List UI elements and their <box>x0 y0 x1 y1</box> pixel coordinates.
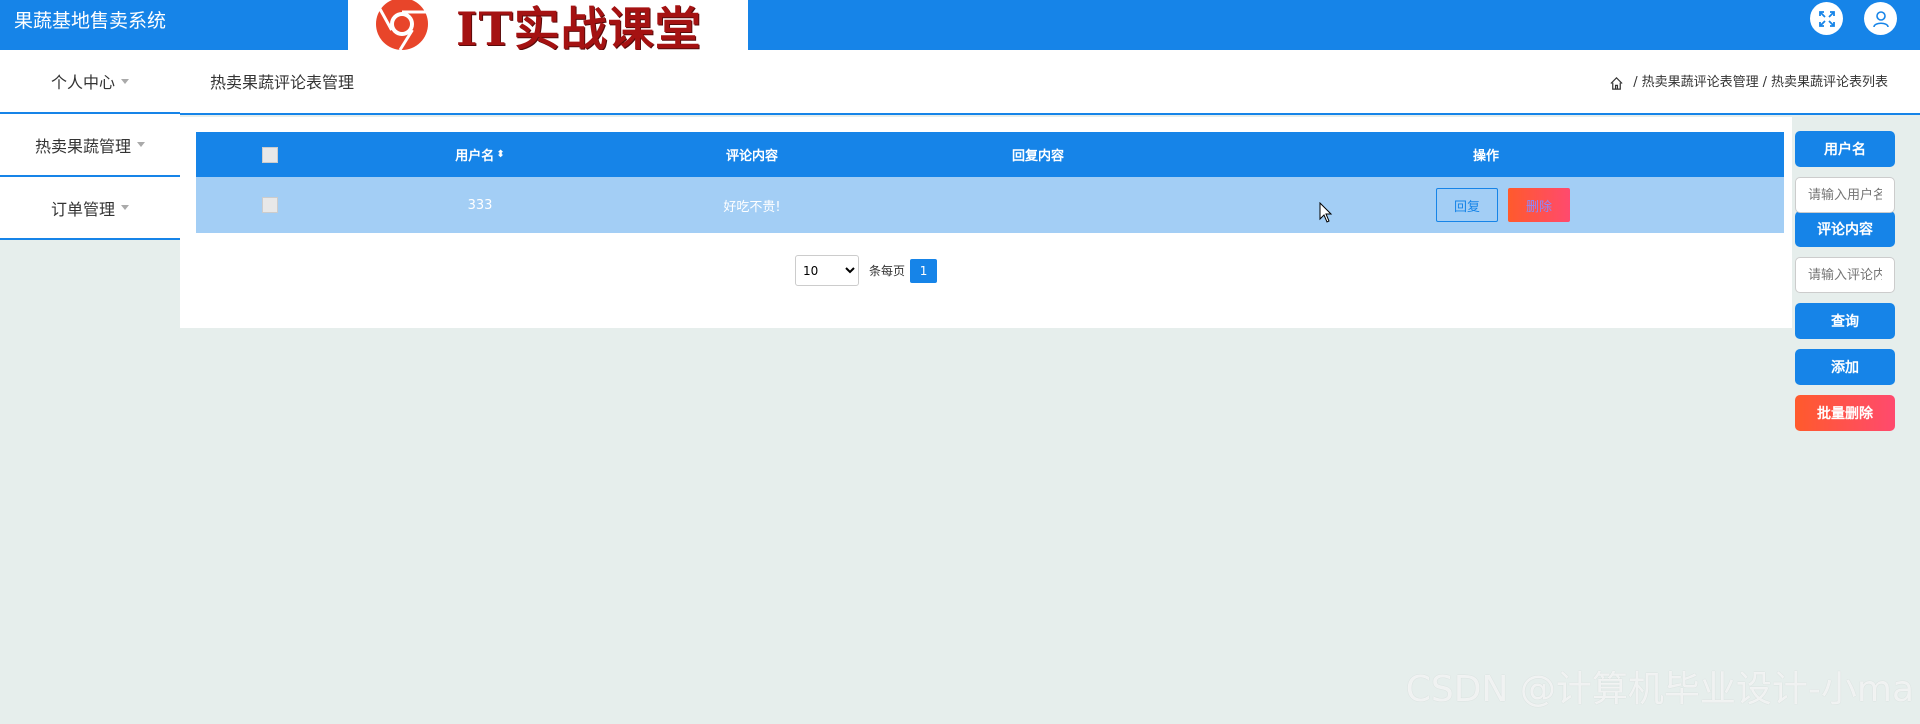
user-icon[interactable] <box>1864 2 1897 35</box>
cell-comment: 好吃不贵! <box>723 199 781 215</box>
cell-reply <box>888 177 1188 233</box>
cell-actions: 回复 删除 <box>1188 177 1784 233</box>
username-search-input[interactable] <box>1795 177 1895 213</box>
page-size-select[interactable]: 10 <box>795 255 859 286</box>
top-bar: 果蔬基地售卖系统 IT实战课堂 <box>0 0 1920 56</box>
fullscreen-icon[interactable] <box>1810 2 1843 35</box>
page-number-button[interactable]: 1 <box>910 258 938 283</box>
mouse-cursor-icon <box>1319 202 1333 223</box>
column-header-comment: 评论内容 <box>725 149 778 164</box>
column-header-label: 用户名 <box>455 149 495 164</box>
table-row: 333 好吃不贵! 回复 删除 <box>196 177 1784 233</box>
comments-table: 用户名 ⬍ 评论内容 回复内容 操作 333 好吃不贵! 回复 删除 <box>196 132 1784 233</box>
search-panel: 用户名 评论内容 查询 添加 批量删除 <box>1795 131 1895 431</box>
comment-label-button[interactable]: 评论内容 <box>1795 211 1895 247</box>
pagination: 10 条每页 1 <box>795 255 938 286</box>
breadcrumb-separator: / <box>1762 75 1767 90</box>
breadcrumb-item[interactable]: 热卖果蔬评论表管理 <box>1642 50 1759 116</box>
logo-chrome-icon <box>376 0 428 51</box>
header-select-all <box>196 132 344 177</box>
sidebar-item-orders[interactable]: 订单管理 <box>0 177 180 240</box>
batch-delete-button[interactable]: 批量删除 <box>1795 395 1895 431</box>
sidebar-item-personal-center[interactable]: 个人中心 <box>0 50 180 114</box>
page-title: 热卖果蔬评论表管理 <box>210 73 355 92</box>
cell-username: 333 <box>467 197 493 213</box>
query-button[interactable]: 查询 <box>1795 303 1895 339</box>
app-title: 果蔬基地售卖系统 <box>14 10 167 32</box>
reply-button[interactable]: 回复 <box>1436 188 1498 222</box>
breadcrumb-separator: / <box>1633 75 1638 90</box>
per-page-label: 条每页 <box>869 264 906 278</box>
sidebar-item-label: 个人中心 <box>50 73 115 92</box>
add-button[interactable]: 添加 <box>1795 349 1895 385</box>
sidebar-item-hot-produce[interactable]: 热卖果蔬管理 <box>0 114 180 177</box>
column-header-username[interactable]: 用户名 ⬍ <box>344 132 616 177</box>
caret-down-icon <box>121 205 129 210</box>
caret-down-icon <box>137 142 145 147</box>
content-panel: 用户名 ⬍ 评论内容 回复内容 操作 333 好吃不贵! 回复 删除 10 条每… <box>180 117 1792 328</box>
sidebar-item-label: 热卖果蔬管理 <box>34 136 131 156</box>
column-header-actions: 操作 <box>1472 149 1499 164</box>
delete-button[interactable]: 删除 <box>1508 188 1570 222</box>
breadcrumb-bar: 热卖果蔬评论表管理 / 热卖果蔬评论表管理 / 热卖果蔬评论表列表 <box>180 50 1920 115</box>
username-label-button[interactable]: 用户名 <box>1795 131 1895 167</box>
logo-banner: IT实战课堂 <box>348 0 748 56</box>
comment-search-input[interactable] <box>1795 257 1895 293</box>
home-icon[interactable] <box>1609 76 1624 91</box>
table-header: 用户名 ⬍ 评论内容 回复内容 操作 <box>196 132 1784 177</box>
row-select-cell <box>196 177 344 233</box>
sidebar: 个人中心 热卖果蔬管理 订单管理 <box>0 50 180 240</box>
select-all-checkbox[interactable] <box>262 146 278 163</box>
column-header-reply: 回复内容 <box>1011 149 1064 164</box>
caret-down-icon <box>121 78 129 84</box>
watermark: CSDN @计算机毕业设计-小ma <box>1405 669 1914 710</box>
breadcrumb-item: 热卖果蔬评论表列表 <box>1770 75 1888 90</box>
sort-icon[interactable]: ⬍ <box>496 149 504 160</box>
breadcrumb: / 热卖果蔬评论表管理 / 热卖果蔬评论表列表 <box>1609 50 1888 116</box>
sidebar-item-label: 订单管理 <box>50 199 115 219</box>
row-checkbox[interactable] <box>262 197 278 213</box>
